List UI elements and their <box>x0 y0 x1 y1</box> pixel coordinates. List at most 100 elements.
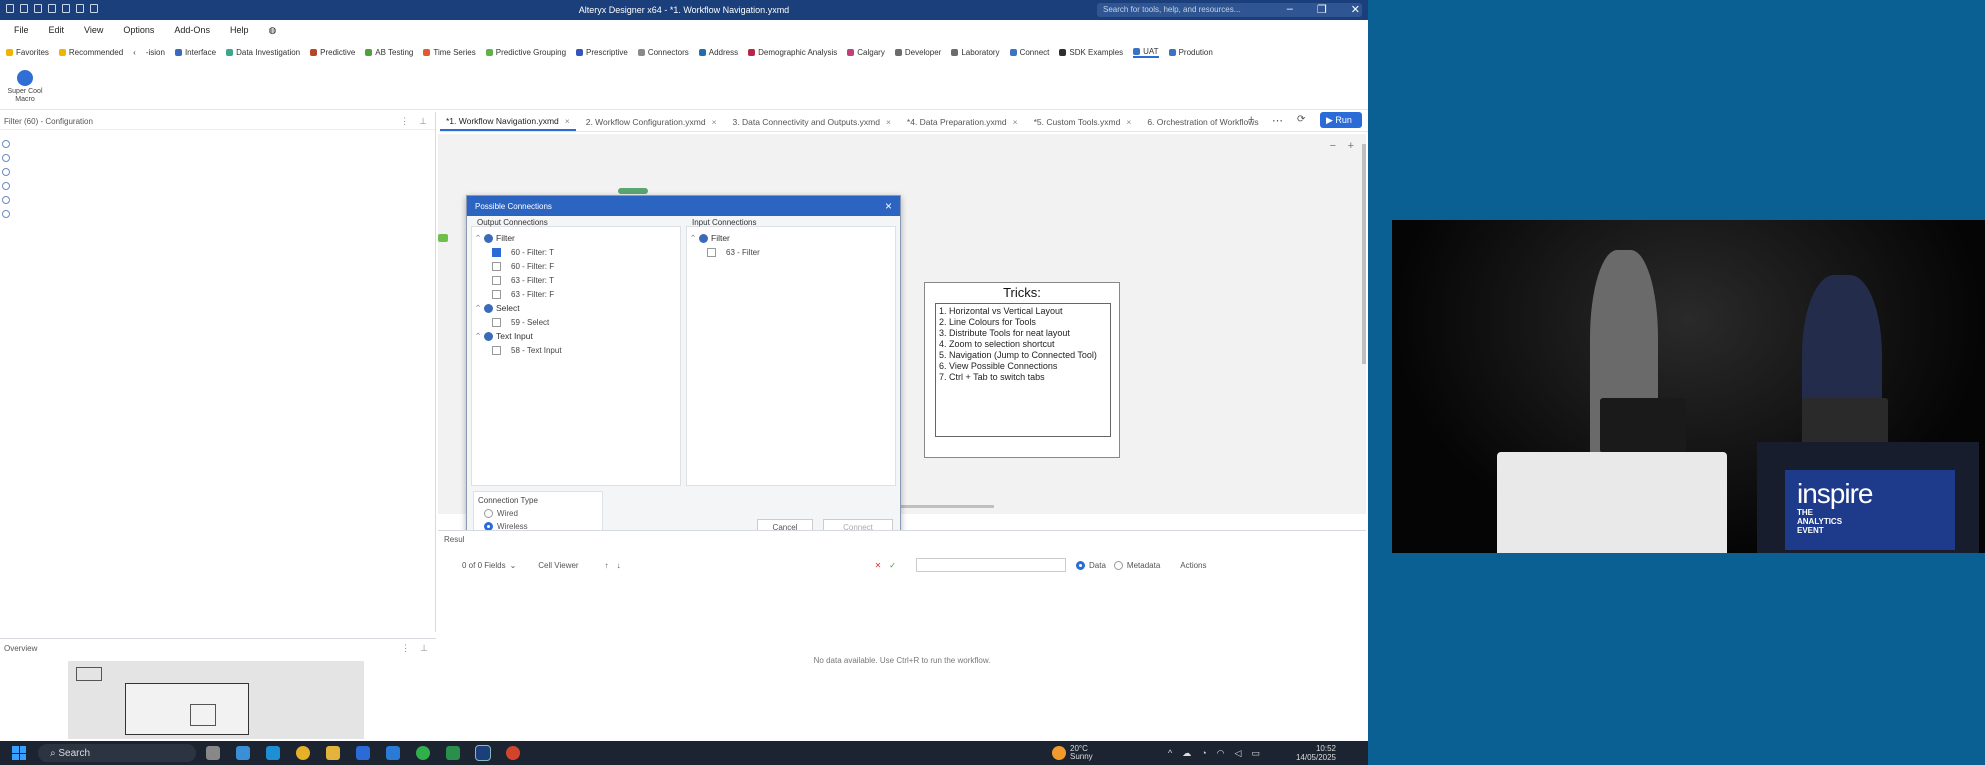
tab-close-icon[interactable]: × <box>565 116 570 126</box>
overview-viewport[interactable] <box>125 683 249 735</box>
category-18[interactable]: SDK Examples <box>1059 48 1123 57</box>
connection-group[interactable]: ⌃ Filter <box>472 231 680 245</box>
collapse-arrow-icon[interactable]: ⌃ <box>472 303 484 314</box>
restore-button[interactable]: ❐ <box>1317 3 1327 16</box>
windows-start-icon[interactable] <box>12 746 26 760</box>
category-9[interactable]: Predictive Grouping <box>485 48 566 57</box>
connection-checkbox[interactable] <box>492 247 501 257</box>
weather-widget[interactable]: 20°C Sunny <box>1052 745 1093 761</box>
clear-filter-icon[interactable]: ✕ <box>875 561 882 570</box>
new-tab-icon[interactable]: + <box>1248 114 1254 126</box>
excel-icon[interactable] <box>446 746 460 760</box>
chrome-icon[interactable] <box>296 746 310 760</box>
connection-checkbox[interactable] <box>492 261 501 271</box>
alteryx-taskbar-icon[interactable] <box>475 745 491 761</box>
wired-radio[interactable]: Wired <box>484 509 598 518</box>
category-19[interactable]: UAT <box>1133 47 1159 58</box>
network-icon[interactable]: ◔ <box>1201 748 1206 759</box>
connection-item[interactable]: 58 - Text Input <box>472 343 680 357</box>
panel-menu-icon[interactable]: ⋮ <box>400 116 409 127</box>
workflow-tab[interactable]: 3. Data Connectivity and Outputs.yxmd × <box>727 114 897 130</box>
connection-item[interactable]: 59 - Select <box>472 315 680 329</box>
category-6[interactable]: Predictive <box>310 48 355 57</box>
zoom-in-icon[interactable]: + <box>1348 140 1354 152</box>
overview-menu-icon[interactable]: ⋮ <box>401 643 410 654</box>
fields-selector[interactable]: 0 of 0 Fields <box>462 561 506 570</box>
tool-fragment[interactable] <box>618 188 648 194</box>
close-button[interactable]: ✕ <box>1351 3 1360 16</box>
menu-add-ons[interactable]: Add-Ons <box>174 25 210 35</box>
history-icon[interactable]: ⟳ <box>1297 114 1305 125</box>
category-11[interactable]: Connectors <box>637 48 689 57</box>
connection-checkbox[interactable] <box>492 275 501 285</box>
category-15[interactable]: Developer <box>894 48 941 57</box>
config-icon[interactable] <box>2 140 10 148</box>
connection-checkbox[interactable] <box>492 345 501 355</box>
more-tabs-icon[interactable]: ⋯ <box>1272 114 1283 127</box>
category-13[interactable]: Demographic Analysis <box>748 48 837 57</box>
task-view-icon[interactable] <box>206 746 220 760</box>
category-1[interactable]: Recommended <box>58 48 123 57</box>
category-17[interactable]: Connect <box>1009 48 1049 57</box>
run-button[interactable]: ▶ Run <box>1320 112 1362 128</box>
canvas-vertical-scrollbar[interactable] <box>1362 144 1366 364</box>
globe-icon[interactable]: ◍ <box>268 25 276 36</box>
info-icon[interactable] <box>2 210 10 218</box>
annotation-icon[interactable] <box>2 196 10 204</box>
tab-close-icon[interactable]: × <box>1126 117 1131 127</box>
copilot-icon[interactable] <box>236 746 250 760</box>
menu-file[interactable]: File <box>14 25 29 35</box>
volume-icon[interactable]: ◁ <box>1235 748 1242 759</box>
connection-checkbox[interactable] <box>492 289 501 299</box>
cell-viewer-dropdown[interactable]: Cell Viewer <box>538 561 578 570</box>
category-2[interactable]: ‹ <box>133 48 136 57</box>
workflow-tab[interactable]: *5. Custom Tools.yxmd × <box>1028 114 1138 130</box>
settings-icon[interactable] <box>2 168 10 176</box>
apply-filter-icon[interactable]: ✓ <box>889 561 896 570</box>
data-radio[interactable]: Data <box>1076 560 1106 570</box>
connection-item[interactable]: 60 - Filter: T <box>472 245 680 259</box>
category-16[interactable]: Laboratory <box>951 48 1000 57</box>
category-3[interactable]: -ision <box>146 48 165 57</box>
connection-group[interactable]: ⌃ Text Input <box>472 329 680 343</box>
connection-checkbox[interactable] <box>492 317 501 327</box>
battery-icon[interactable]: ▭ <box>1251 748 1260 759</box>
category-7[interactable]: AB Testing <box>365 48 413 57</box>
metadata-radio[interactable]: Metadata <box>1113 560 1160 570</box>
actions-dropdown[interactable]: Actions <box>1180 561 1206 570</box>
menu-edit[interactable]: Edit <box>49 25 65 35</box>
zoom-out-icon[interactable]: − <box>1330 140 1336 152</box>
dialog-close-icon[interactable]: × <box>885 199 892 213</box>
store-icon[interactable] <box>356 746 370 760</box>
powerpoint-icon[interactable] <box>506 746 520 760</box>
connection-anchor[interactable] <box>438 234 448 242</box>
canvas-horizontal-scrollbar[interactable] <box>898 505 994 508</box>
collapse-arrow-icon[interactable]: ⌃ <box>472 331 484 342</box>
category-14[interactable]: Calgary <box>847 48 885 57</box>
menu-options[interactable]: Options <box>123 25 154 35</box>
category-4[interactable]: Interface <box>174 48 216 57</box>
down-arrow-icon[interactable]: ↓ <box>617 561 621 570</box>
pin-icon[interactable]: ⊥ <box>419 116 427 127</box>
super-cool-macro-tool[interactable]: Super Cool Macro <box>6 70 44 104</box>
connection-item[interactable]: 63 - Filter <box>687 245 895 259</box>
menu-help[interactable]: Help <box>230 25 249 35</box>
connection-group[interactable]: ⌃ Filter <box>687 231 895 245</box>
connection-item[interactable]: 63 - Filter: F <box>472 287 680 301</box>
tricks-comment-box[interactable]: Tricks: 1. Horizontal vs Vertical Layout… <box>924 282 1120 458</box>
connection-group[interactable]: ⌃ Select <box>472 301 680 315</box>
category-8[interactable]: Time Series <box>423 48 476 57</box>
edge-icon[interactable] <box>266 746 280 760</box>
tab-close-icon[interactable]: × <box>886 117 891 127</box>
collapse-arrow-icon[interactable]: ⌃ <box>472 233 484 244</box>
category-20[interactable]: Prodution <box>1168 48 1213 57</box>
category-0[interactable]: Favorites <box>6 48 49 57</box>
connection-checkbox[interactable] <box>707 247 716 257</box>
taskbar-search[interactable]: ⌕ Search <box>38 744 196 762</box>
up-arrow-icon[interactable]: ↑ <box>605 561 609 570</box>
onedrive-icon[interactable]: ☁ <box>1182 748 1191 759</box>
connection-item[interactable]: 63 - Filter: T <box>472 273 680 287</box>
tab-close-icon[interactable]: × <box>1013 117 1018 127</box>
tab-close-icon[interactable]: × <box>712 117 717 127</box>
category-12[interactable]: Address <box>698 48 738 57</box>
